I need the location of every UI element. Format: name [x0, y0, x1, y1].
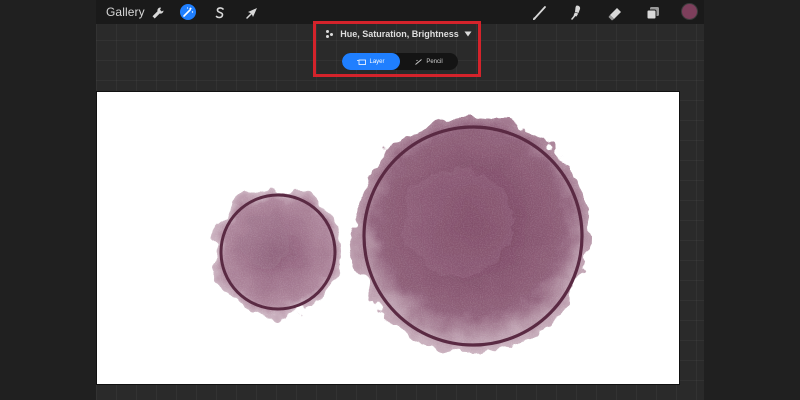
brush-icon[interactable]: [530, 4, 548, 22]
gallery-button[interactable]: Gallery: [106, 5, 145, 19]
right-margin: [704, 0, 800, 400]
small-watercolor-circle: [213, 188, 341, 316]
annotation-highlight-box: [313, 21, 481, 77]
wrench-icon[interactable]: [150, 5, 166, 21]
canvas-artwork: [213, 117, 590, 353]
layers-icon[interactable]: [644, 4, 662, 22]
magic-wand-icon[interactable]: [180, 4, 196, 20]
color-swatch[interactable]: [682, 4, 697, 19]
drawing-canvas[interactable]: [97, 92, 679, 384]
smudge-icon[interactable]: [567, 3, 585, 21]
s-selection-icon[interactable]: [212, 5, 228, 21]
eraser-icon[interactable]: [606, 4, 624, 22]
left-margin: [0, 0, 96, 400]
procreate-app: Gallery Hue, Saturation, Brightness Laye…: [0, 0, 800, 400]
large-watercolor-circle: [354, 117, 590, 353]
arrow-transform-icon[interactable]: [244, 5, 260, 21]
